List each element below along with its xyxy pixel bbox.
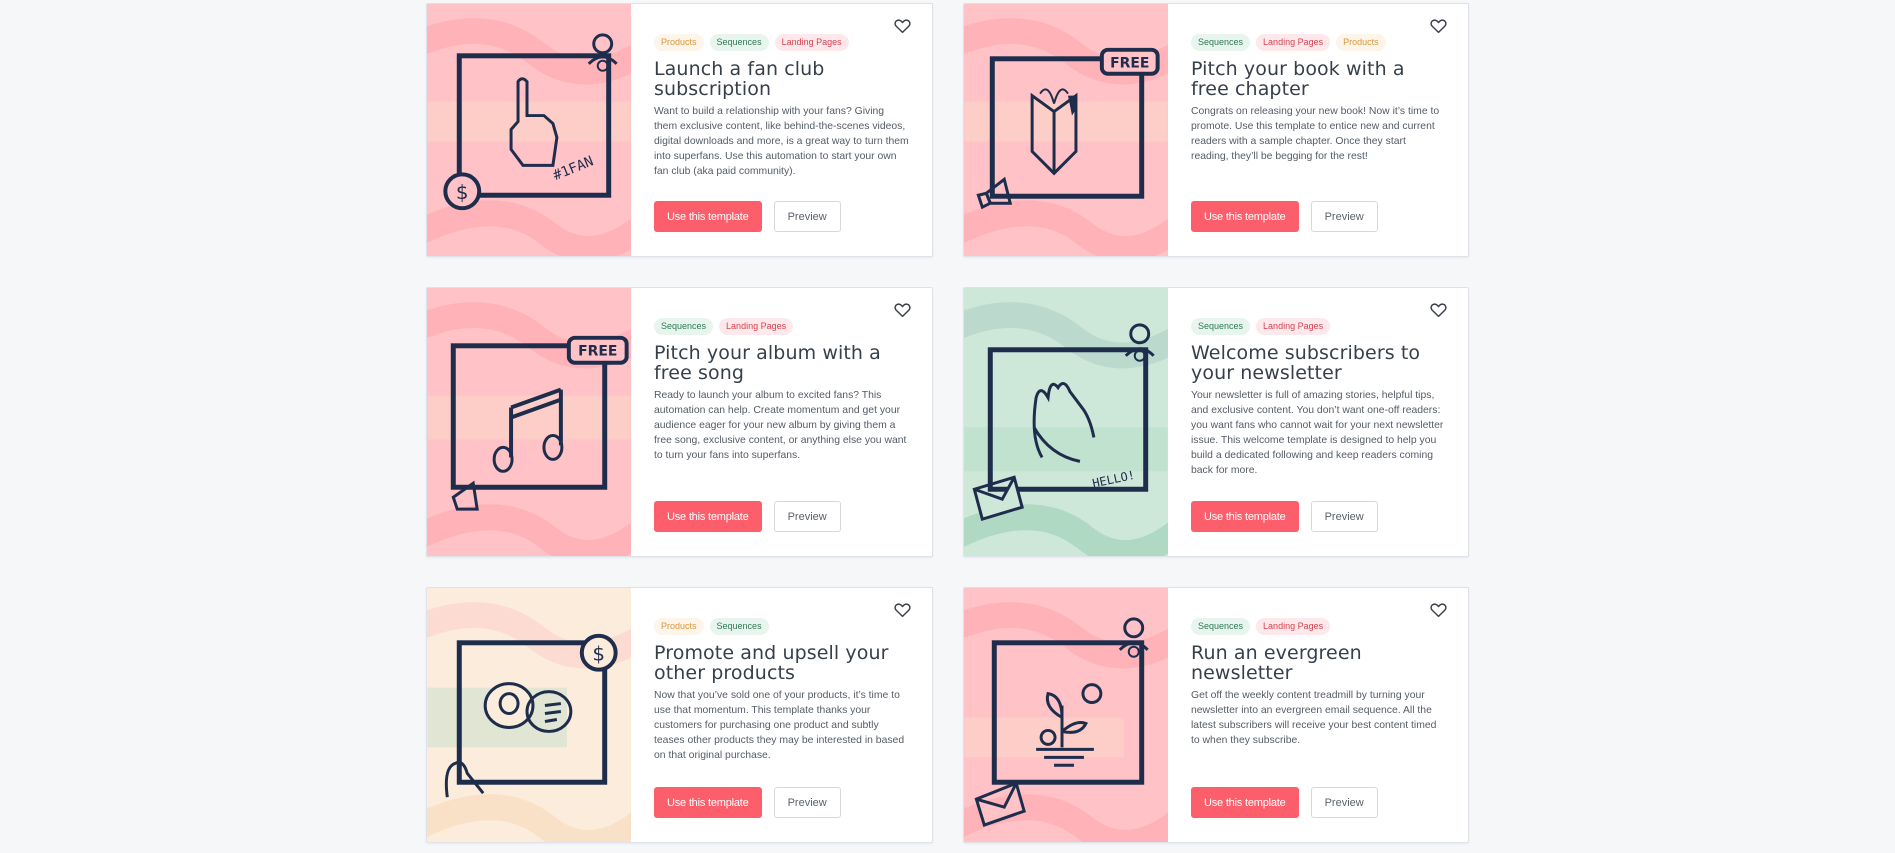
- preview-button[interactable]: Preview: [773, 501, 841, 532]
- book-illustration: FREE: [964, 18, 1168, 256]
- tag-list: Products Sequences Landing Pages: [654, 34, 910, 51]
- template-card: FREE Sequences Landing Pages Products Pi…: [963, 3, 1469, 257]
- card-actions: Use this template Preview: [654, 201, 841, 232]
- template-content: Products Sequences Landing Pages Launch …: [631, 4, 932, 256]
- card-actions: Use this template Preview: [1191, 501, 1378, 532]
- tag-list: Sequences Landing Pages: [1191, 318, 1446, 335]
- tag-landing-pages[interactable]: Landing Pages: [1256, 318, 1331, 335]
- template-content: Sequences Landing Pages Welcome subscrib…: [1168, 288, 1468, 556]
- preview-button[interactable]: Preview: [773, 201, 841, 232]
- template-title: Pitch your book with a free chapter: [1191, 58, 1405, 100]
- template-illustration: FREE: [964, 4, 1168, 256]
- template-content: Sequences Landing Pages Pitch your album…: [631, 288, 932, 556]
- free-label: FREE: [578, 344, 617, 360]
- sprouting-plant-illustration: [964, 602, 1168, 842]
- card-actions: Use this template Preview: [654, 501, 841, 532]
- template-description: Want to build a relationship with your f…: [654, 106, 909, 177]
- tag-sequences[interactable]: Sequences: [1191, 318, 1251, 335]
- free-label: FREE: [1110, 56, 1149, 72]
- template-card: HELLO! Sequences Landing Pages Welcome s…: [963, 287, 1469, 557]
- use-template-button[interactable]: Use this template: [654, 787, 762, 818]
- card-actions: Use this template Preview: [654, 787, 841, 818]
- tag-sequences[interactable]: Sequences: [709, 618, 769, 635]
- svg-text:$: $: [592, 643, 605, 666]
- preview-button[interactable]: Preview: [773, 787, 841, 818]
- preview-button[interactable]: Preview: [1310, 787, 1378, 818]
- template-illustration: [964, 588, 1168, 842]
- template-illustration: HELLO!: [964, 288, 1168, 556]
- tag-list: Products Sequences: [654, 618, 910, 635]
- template-description: Congrats on releasing your new book! Now…: [1191, 106, 1440, 162]
- tag-landing-pages[interactable]: Landing Pages: [719, 318, 794, 335]
- use-template-button[interactable]: Use this template: [1191, 201, 1299, 232]
- music-note-illustration: FREE: [427, 302, 631, 556]
- template-illustration: $ #1FAN: [427, 4, 631, 256]
- template-content: Products Sequences Promote and upsell yo…: [631, 588, 932, 842]
- tag-sequences[interactable]: Sequences: [709, 34, 769, 51]
- tag-products[interactable]: Products: [1336, 34, 1386, 51]
- template-content: Sequences Landing Pages Run an evergreen…: [1168, 588, 1468, 842]
- template-card: Sequences Landing Pages Run an evergreen…: [963, 587, 1469, 843]
- preview-button[interactable]: Preview: [1310, 501, 1378, 532]
- card-actions: Use this template Preview: [1191, 201, 1378, 232]
- tag-landing-pages[interactable]: Landing Pages: [774, 34, 849, 51]
- favorite-heart-icon[interactable]: [894, 302, 911, 318]
- template-illustration: FREE: [427, 288, 631, 556]
- tag-landing-pages[interactable]: Landing Pages: [1256, 34, 1331, 51]
- use-template-button[interactable]: Use this template: [1191, 501, 1299, 532]
- tag-sequences[interactable]: Sequences: [654, 318, 714, 335]
- fan-label: #1FAN: [551, 153, 596, 184]
- template-title: Pitch your album with a free song: [654, 342, 881, 384]
- template-title: Promote and upsell your other products: [654, 642, 889, 684]
- favorite-heart-icon[interactable]: [1430, 18, 1447, 34]
- use-template-button[interactable]: Use this template: [1191, 787, 1299, 818]
- tag-landing-pages[interactable]: Landing Pages: [1256, 618, 1331, 635]
- tag-list: Sequences Landing Pages: [654, 318, 910, 335]
- template-title: Welcome subscribers to your newsletter: [1191, 342, 1421, 384]
- waving-hand-illustration: HELLO!: [964, 302, 1168, 556]
- tag-products[interactable]: Products: [654, 34, 704, 51]
- template-description: Your newsletter is full of amazing stori…: [1191, 390, 1444, 476]
- template-card: FREE Sequences Landing Pages Pitch your …: [426, 287, 933, 557]
- card-actions: Use this template Preview: [1191, 787, 1378, 818]
- template-content: Sequences Landing Pages Products Pitch y…: [1168, 4, 1468, 256]
- template-description: Now that you’ve sold one of your product…: [654, 690, 905, 761]
- use-template-button[interactable]: Use this template: [654, 201, 762, 232]
- tag-products[interactable]: Products: [654, 618, 704, 635]
- tag-list: Sequences Landing Pages Products: [1191, 34, 1446, 51]
- template-card: $ Products Sequences Promote and upsell …: [426, 587, 933, 843]
- tag-list: Sequences Landing Pages: [1191, 618, 1446, 635]
- template-description: Ready to launch your album to excited fa…: [654, 390, 907, 461]
- template-card: $ #1FAN Products Sequences Landing Pages…: [426, 3, 933, 257]
- favorite-heart-icon[interactable]: [894, 18, 911, 34]
- preview-button[interactable]: Preview: [1310, 201, 1378, 232]
- use-template-button[interactable]: Use this template: [654, 501, 762, 532]
- favorite-heart-icon[interactable]: [1430, 602, 1447, 618]
- svg-text:$: $: [456, 181, 469, 204]
- chat-bubbles-illustration: $: [427, 602, 631, 842]
- fan-hand-illustration: $ #1FAN: [427, 18, 631, 256]
- favorite-heart-icon[interactable]: [1430, 302, 1447, 318]
- template-title: Launch a fan club subscription: [654, 58, 825, 100]
- template-description: Get off the weekly content treadmill by …: [1191, 690, 1437, 746]
- favorite-heart-icon[interactable]: [894, 602, 911, 618]
- tag-sequences[interactable]: Sequences: [1191, 618, 1251, 635]
- template-illustration: $: [427, 588, 631, 842]
- template-title: Run an evergreen newsletter: [1191, 642, 1362, 684]
- tag-sequences[interactable]: Sequences: [1191, 34, 1251, 51]
